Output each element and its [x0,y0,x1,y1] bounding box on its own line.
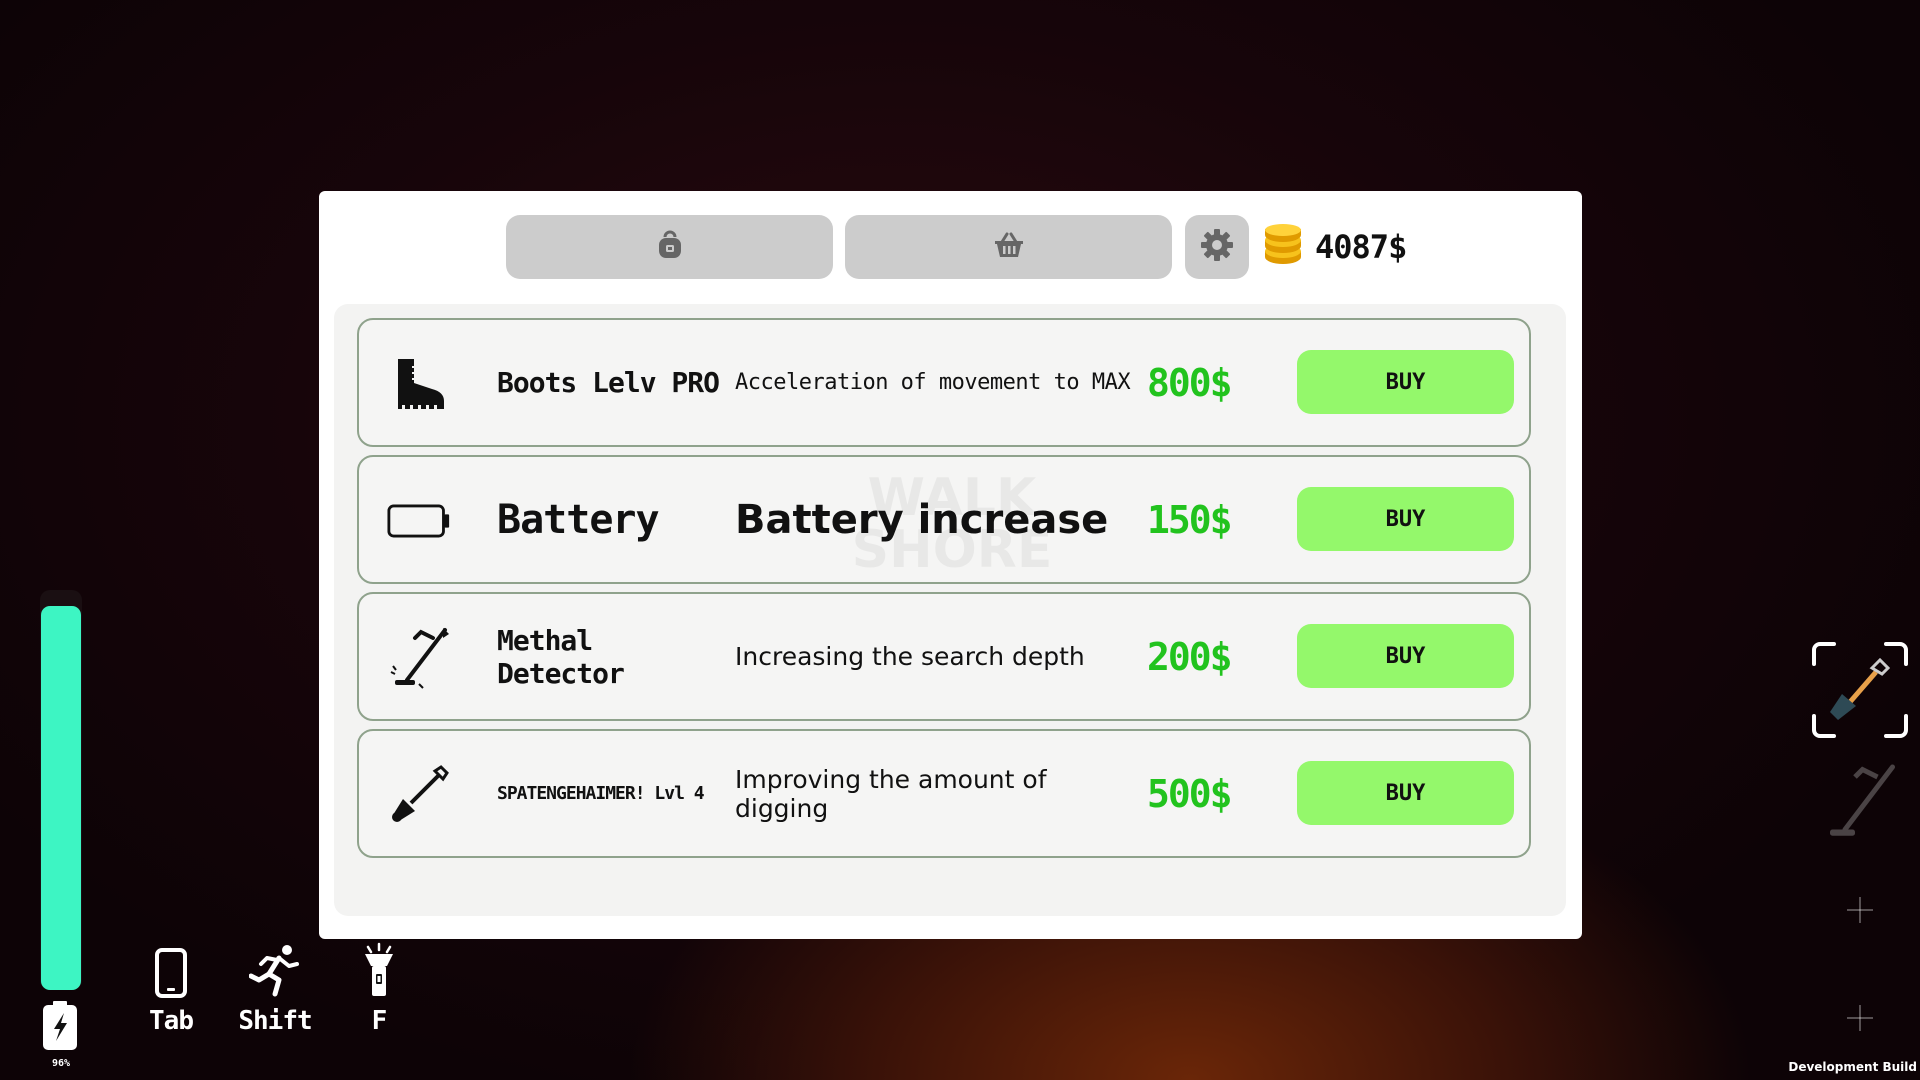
item-list: Boots Lelv PRO Acceleration of movement … [334,304,1566,916]
money-display: 4087$ [1263,224,1407,270]
item-description: Battery increase [735,496,1109,543]
battery-percent: 96% [51,1058,71,1069]
inventory-slot[interactable] [1810,752,1910,852]
metal-detector-icon [1830,764,1895,836]
shop-top-bar: 4087$ [319,191,1582,291]
buy-button[interactable]: BUY [1297,350,1514,414]
metal-detector-icon [387,626,451,690]
hint-key: Tab [149,1006,194,1036]
item-name: Boots Lelv PRO [497,366,720,399]
gear-icon [1199,227,1235,267]
phone-icon [121,940,221,998]
stamina-bar-fill [41,606,81,990]
item-description: Acceleration of movement to MAX [735,370,1131,395]
hint-phone: Tab [121,940,221,1036]
shovel-icon [1830,657,1891,720]
item-description: Increasing the search depth [735,642,1085,671]
settings-button[interactable] [1185,215,1249,279]
selection-frame-icon [1812,642,1908,738]
item-price: 150$ [1147,497,1233,542]
buy-button[interactable]: BUY [1297,761,1514,825]
backpack-icon [656,230,684,264]
plus-icon [1847,1005,1873,1031]
shop-item-battery: Battery Battery increase 150$ BUY [357,455,1531,584]
dev-build-label: Development Build [1788,1060,1917,1074]
shop-item-boots: Boots Lelv PRO Acceleration of movement … [357,318,1531,447]
tab-shop[interactable] [845,215,1172,279]
item-price: 500$ [1147,771,1233,816]
inventory-slot-selected[interactable] [1810,640,1910,740]
battery-icon [387,489,451,553]
money-amount: 4087$ [1315,228,1407,266]
item-description: Improving the amount of digging [735,764,1047,823]
buy-button[interactable]: BUY [1297,624,1514,688]
buy-button[interactable]: BUY [1297,487,1514,551]
item-price: 200$ [1147,634,1233,679]
plus-icon [1847,897,1873,923]
hint-key: Shift [238,1006,312,1036]
item-name: SPATENGEHAIMER! Lvl 4 [497,782,705,804]
item-name: Battery [497,496,660,543]
shovel-icon [387,763,451,827]
hint-sprint: Shift [225,940,325,1036]
hint-flashlight: F [329,940,429,1036]
flashlight-icon [329,940,429,998]
basket-icon [993,231,1025,263]
coins-icon [1263,224,1303,270]
item-name: Methal Detector [497,623,625,690]
shop-panel: 4087$ Boots Lelv PRO Acceleration of mov… [319,191,1582,939]
battery-charge-icon [42,1001,78,1051]
tab-backpack[interactable] [506,215,833,279]
boot-icon [387,352,451,416]
running-icon [225,940,325,998]
shop-item-shovel: SPATENGEHAIMER! Lvl 4 Improving the amou… [357,729,1531,858]
inventory-slot-empty[interactable] [1810,968,1910,1068]
inventory-slot-empty[interactable] [1810,860,1910,960]
hint-key: F [371,1006,388,1036]
item-price: 800$ [1147,360,1233,405]
shop-item-metal-detector: Methal Detector Increasing the search de… [357,592,1531,721]
